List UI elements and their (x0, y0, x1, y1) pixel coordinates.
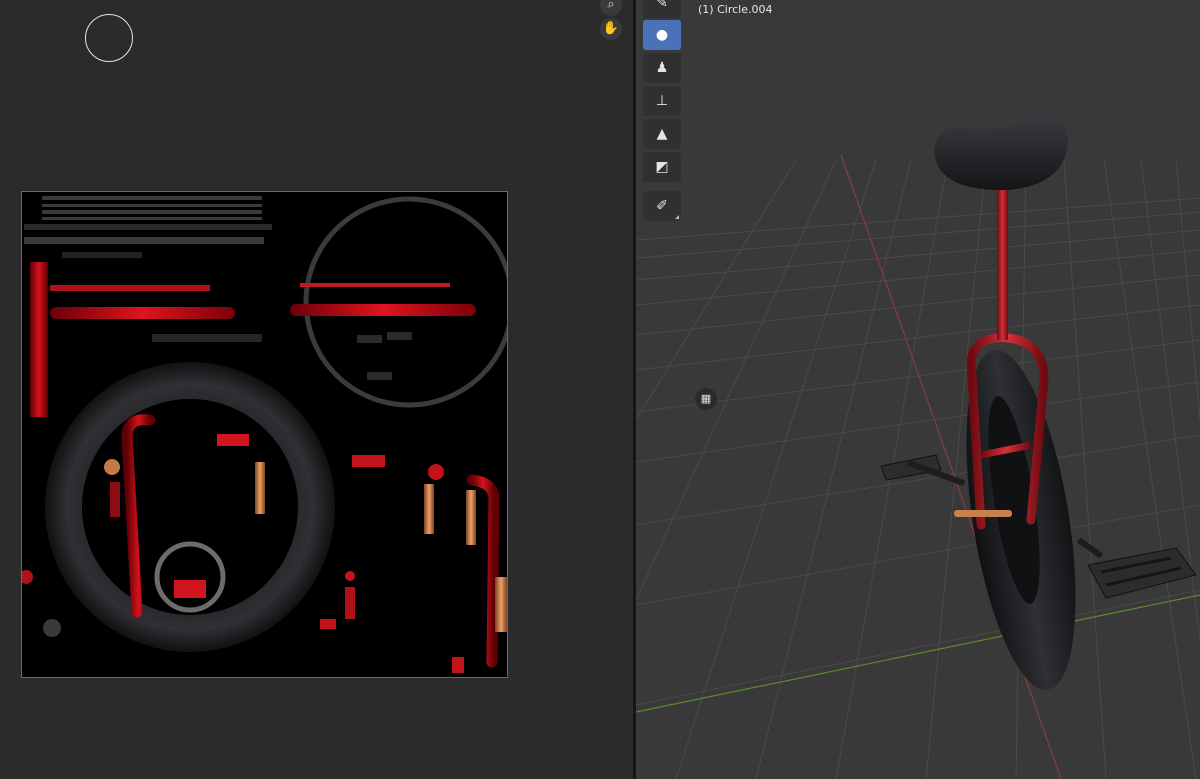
hand-icon[interactable]: ✋ (600, 18, 622, 40)
mask-icon[interactable]: ◩ (643, 152, 681, 182)
checker-icon[interactable]: ▦ (695, 388, 717, 410)
3d-viewport[interactable]: (1) Circle.004 ✎ ● ♟ ⊥ ▲ ◩ ✐ ▦ (636, 0, 1200, 779)
uv-texture-art (22, 196, 507, 673)
pencil-icon[interactable]: ✐ (643, 191, 681, 221)
brush-cursor (85, 14, 133, 62)
stamp-icon[interactable]: ⊥ (643, 86, 681, 116)
active-object-label: (1) Circle.004 (698, 3, 773, 16)
y-axis-line (636, 594, 1200, 713)
image-editor[interactable]: ⌕ ✋ (0, 0, 633, 779)
zoom-icon[interactable]: ⌕ (600, 0, 622, 16)
texture-image[interactable] (21, 191, 508, 678)
bucket-icon[interactable]: ▲ (643, 119, 681, 149)
smear-icon[interactable]: ♟ (643, 53, 681, 83)
drop-icon[interactable]: ● (643, 20, 681, 50)
brush-icon[interactable]: ✎ (643, 0, 681, 18)
viewport-scene (636, 114, 1200, 779)
